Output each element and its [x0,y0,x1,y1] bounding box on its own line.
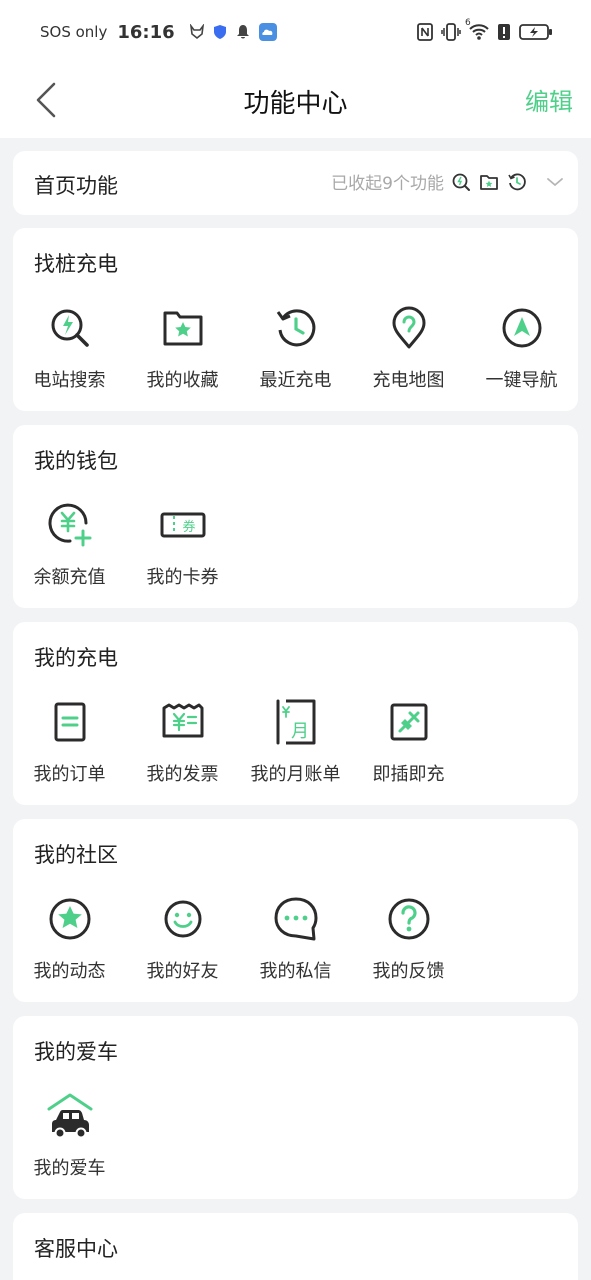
carrier-text: SOS only [40,23,108,41]
function-grid: 余额充值 券 我的卡券 [13,497,578,597]
function-balance-recharge[interactable]: 余额充值 [13,497,126,597]
function-label: 电站搜索 [33,370,106,391]
function-orders[interactable]: 我的订单 [13,694,126,794]
shield-icon [213,25,226,39]
section-wallet: 我的钱包 余额充值 券 我的卡券 [13,425,578,608]
function-favorites[interactable]: 我的收藏 [126,300,239,400]
function-label: 我的好友 [146,961,219,982]
section-title: 找桩充电 [34,252,118,276]
function-label: 我的发票 [146,764,219,785]
station-search-mini-icon [450,171,472,193]
function-feedback[interactable]: 我的反馈 [352,891,465,991]
section-customer-service: 客服中心 [13,1213,578,1280]
function-grid: 我的动态 我的好友 我的私信 我的反馈 [13,891,578,991]
weather-icon [258,23,277,41]
home-functions-card[interactable]: 首页功能 已收起9个功能 [13,151,578,215]
section-title: 我的爱车 [34,1040,118,1064]
chevron-left-icon [36,82,56,118]
battery-charging-icon [519,24,552,40]
cat-icon [189,24,204,40]
status-time: 16:16 [117,21,175,43]
function-messages[interactable]: 我的私信 [239,891,352,991]
function-label: 即插即充 [372,764,445,785]
question-icon [388,898,429,940]
section-title: 我的社区 [34,843,118,867]
function-label: 我的动态 [33,961,106,982]
function-label: 我的月账单 [250,764,341,785]
function-label: 余额充值 [33,567,106,588]
function-label: 一键导航 [485,370,558,391]
function-label: 充电地图 [372,370,445,391]
monthly-bill-icon: 月 [276,699,315,745]
function-label: 我的私信 [259,961,332,982]
function-label: 我的卡券 [146,567,219,588]
collapsed-text: 已收起9个功能 [331,174,444,194]
status-bar: SOS only 16:16 6 [0,0,591,64]
function-charging-map[interactable]: 充电地图 [352,300,465,400]
section-my-charging: 我的充电 我的订单 我的发票 月 我的月账单 即插即充 [13,622,578,805]
function-my-posts[interactable]: 我的动态 [13,891,126,991]
notification-icons [189,23,277,41]
function-recent-charging[interactable]: 最近充电 [239,300,352,400]
function-label: 最近充电 [259,370,332,391]
function-invoices[interactable]: 我的发票 [126,694,239,794]
status-right: 6 [417,18,553,41]
function-station-search[interactable]: 电站搜索 [13,300,126,400]
function-label: 我的收藏 [146,370,219,391]
collapsed-summary[interactable]: 已收起9个功能 [331,169,566,194]
section-community: 我的社区 我的动态 我的好友 我的私信 我的反馈 [13,819,578,1002]
function-my-car[interactable]: 我的爱车 [13,1088,126,1188]
bell-icon [236,25,249,39]
station-search-icon [51,309,89,347]
coupon-glyph: 券 [182,519,195,535]
wifi-icon [469,24,489,40]
function-navigation[interactable]: 一键导航 [465,300,578,400]
section-title: 我的钱包 [34,449,118,473]
function-plug-and-charge[interactable]: 即插即充 [352,694,465,794]
vibrate-icon [441,23,461,41]
nav-bar: 功能中心 编辑 [0,64,591,138]
function-friends[interactable]: 我的好友 [126,891,239,991]
function-grid: 我的爱车 [13,1088,578,1188]
balance-recharge-icon [48,503,91,547]
recent-history-icon [276,309,315,347]
recent-mini-icon [506,171,528,193]
function-coupons[interactable]: 券 我的卡券 [126,497,239,597]
nfc-icon [417,23,433,41]
home-functions-title: 首页功能 [34,174,118,198]
function-grid: 我的订单 我的发票 月 我的月账单 即插即充 [13,694,578,794]
section-my-car: 我的爱车 我的爱车 [13,1016,578,1199]
smiley-icon [164,900,201,938]
coupon-icon: 券 [160,512,205,538]
function-label: 我的爱车 [33,1158,106,1179]
status-left: SOS only 16:16 [40,22,277,43]
section-find-charger: 找桩充电 电站搜索 我的收藏 最近充电 充电地图 一键导航 [13,228,578,411]
function-label: 我的反馈 [372,961,445,982]
wifi-signal: 6 [465,18,489,40]
section-title: 我的充电 [34,646,118,670]
wifi-badge: 6 [465,18,471,28]
chevron-down-icon [544,171,566,193]
favorites-mini-icon [478,171,500,193]
function-grid: 电站搜索 我的收藏 最近充电 充电地图 一键导航 [13,300,578,400]
back-button[interactable] [26,78,66,122]
favorites-folder-icon [163,311,202,346]
function-monthly-bill[interactable]: 月 我的月账单 [239,694,352,794]
invoice-icon [162,703,203,738]
navigation-icon [502,308,541,348]
chat-bubble-icon [274,897,317,941]
map-pin-icon [392,306,425,349]
car-garage-icon [47,1093,92,1139]
page-title: 功能中心 [243,88,348,119]
function-label: 我的订单 [33,764,106,785]
order-icon [54,702,85,742]
star-circle-icon [49,898,90,940]
alert-icon [498,24,510,40]
edit-button[interactable]: 编辑 [525,82,573,117]
section-title: 客服中心 [34,1237,118,1261]
plug-and-charge-icon [390,703,427,741]
month-glyph: 月 [291,721,309,742]
